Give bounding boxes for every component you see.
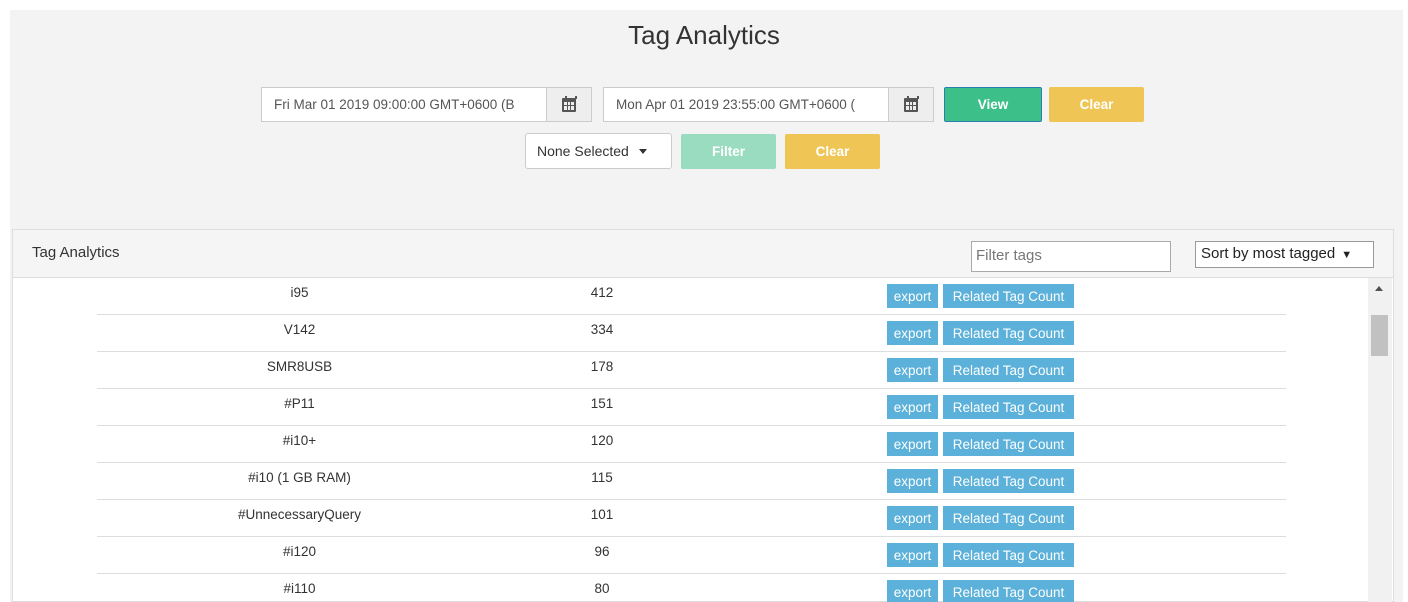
table-row: i95 412 export Related Tag Count [97,278,1286,315]
scroll-up-arrow-icon[interactable] [1375,286,1383,291]
related-tag-count-button[interactable]: Related Tag Count [943,469,1074,493]
tag-name: #i120 [282,544,317,559]
calendar-icon [562,95,577,112]
related-tag-count-button[interactable]: Related Tag Count [943,580,1074,602]
tag-count: 115 [591,470,613,485]
clear-filter-button[interactable]: Clear [785,134,880,169]
sort-select[interactable]: Sort by most tagged ▼ [1195,241,1374,268]
tag-count: 80 [594,581,610,596]
export-button[interactable]: export [887,469,938,493]
tag-multiselect[interactable]: None Selected [525,133,672,169]
related-tag-count-button[interactable]: Related Tag Count [943,358,1074,382]
filter-tags-input[interactable]: Filter tags [971,241,1171,272]
clear-date-button[interactable]: Clear [1049,87,1144,122]
panel-header: Tag Analytics Filter tags Sort by most t… [13,230,1393,278]
related-tag-count-button[interactable]: Related Tag Count [943,432,1074,456]
calendar-icon [904,95,919,112]
scrollbar-thumb[interactable] [1371,315,1388,356]
table-row: #i120 96 export Related Tag Count [97,537,1286,574]
end-date-group: Mon Apr 01 2019 23:55:00 GMT+0600 ( [603,87,934,122]
sort-select-value: Sort by most tagged [1201,245,1336,262]
table-row: V142 334 export Related Tag Count [97,315,1286,352]
tag-name: #i110 [283,581,316,596]
table-row: SMR8USB 178 export Related Tag Count [97,352,1286,389]
export-button[interactable]: export [887,284,938,308]
tag-count: 412 [590,285,614,300]
scrollbar[interactable] [1368,278,1392,602]
tag-count: 101 [590,507,614,522]
table-row: #i10 (1 GB RAM) 115 export Related Tag C… [97,463,1286,500]
export-button[interactable]: export [887,543,938,567]
panel-title: Tag Analytics [32,244,120,261]
start-calendar-button[interactable] [546,87,592,122]
table-row: #i110 80 export Related Tag Count [97,574,1286,602]
table-row: #i10+ 120 export Related Tag Count [97,426,1286,463]
tag-name: SMR8USB [266,359,333,374]
export-button[interactable]: export [887,358,938,382]
tag-count: 334 [590,322,614,337]
tag-name: V142 [283,322,316,337]
tag-name: i95 [290,285,309,300]
dropdown-triangle-icon: ▼ [1341,249,1353,261]
tag-name: #i10 (1 GB RAM) [248,470,351,485]
tag-count: 151 [590,396,614,411]
tag-name: #P11 [284,396,315,411]
view-button[interactable]: View [944,87,1042,122]
export-button[interactable]: export [887,506,938,530]
tag-count: 178 [590,359,614,374]
tag-name: #i10+ [282,433,317,448]
table-row: #P11 151 export Related Tag Count [97,389,1286,426]
caret-down-icon [638,148,647,154]
filter-button[interactable]: Filter [681,134,776,169]
end-calendar-button[interactable] [888,87,934,122]
export-button[interactable]: export [887,395,938,419]
tag-name: #UnnecessaryQuery [237,507,362,522]
start-date-group: Fri Mar 01 2019 09:00:00 GMT+0600 (B [261,87,592,122]
export-button[interactable]: export [887,321,938,345]
related-tag-count-button[interactable]: Related Tag Count [943,395,1074,419]
end-date-input[interactable]: Mon Apr 01 2019 23:55:00 GMT+0600 ( [603,87,888,122]
table-row: #UnnecessaryQuery 101 export Related Tag… [97,500,1286,537]
page-title: Tag Analytics [628,20,780,50]
export-button[interactable]: export [887,432,938,456]
tag-count: 120 [590,433,614,448]
tag-count: 96 [594,544,610,559]
related-tag-count-button[interactable]: Related Tag Count [943,321,1074,345]
related-tag-count-button[interactable]: Related Tag Count [943,506,1074,530]
tag-analytics-panel: Tag Analytics Filter tags Sort by most t… [12,229,1394,602]
related-tag-count-button[interactable]: Related Tag Count [943,284,1074,308]
tag-multiselect-value: None Selected [537,143,629,159]
related-tag-count-button[interactable]: Related Tag Count [943,543,1074,567]
export-button[interactable]: export [887,580,938,602]
tag-list: i95 412 export Related Tag Count V142 33… [97,278,1286,602]
start-date-input[interactable]: Fri Mar 01 2019 09:00:00 GMT+0600 (B [261,87,546,122]
